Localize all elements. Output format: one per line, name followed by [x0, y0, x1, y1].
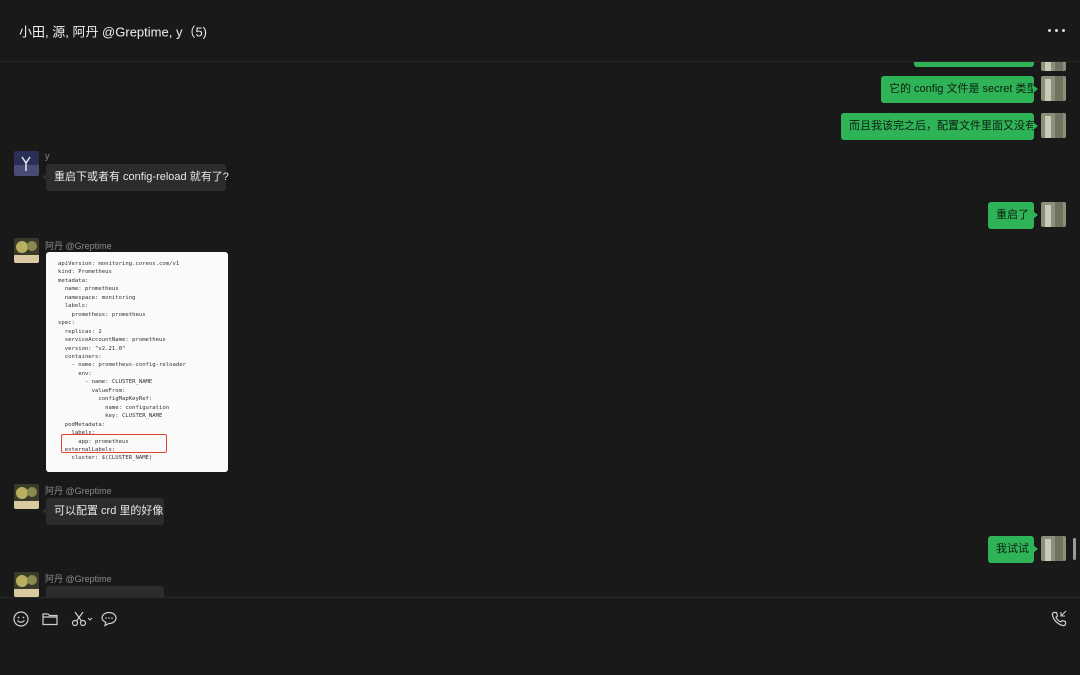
phone-icon[interactable]: [1050, 610, 1068, 628]
sender-name: 阿丹 @Greptime: [45, 486, 112, 496]
message-bubble[interactable]: 可以配置 crd 里的好像: [42, 498, 164, 525]
sender-name: y: [45, 151, 50, 161]
message-bubble[interactable]: 它的 config 文件是 secret 类型: [881, 76, 1038, 103]
scissors-icon[interactable]: [71, 610, 97, 628]
avatar-self[interactable]: [1041, 62, 1066, 71]
message-bubble-cutoff[interactable]: [914, 62, 1034, 67]
message-bubble[interactable]: 我试试: [988, 536, 1038, 563]
message-bubble[interactable]: 而且我该完之后，配置文件里面又没有: [841, 113, 1038, 140]
message-bubble-cutoff[interactable]: [42, 586, 164, 597]
avatar-self[interactable]: [1041, 202, 1066, 227]
code-screenshot-image[interactable]: apiVersion: monitoring.coreos.com/v1 kin…: [46, 252, 228, 472]
more-horizontal-icon[interactable]: [1048, 29, 1066, 35]
avatar-self[interactable]: [1041, 536, 1066, 561]
chat-header: 小田, 源, 阿丹 @Greptime, y（5): [0, 0, 1080, 62]
emoji-icon[interactable]: [12, 610, 30, 628]
avatar-adan[interactable]: [14, 572, 39, 597]
chat-title[interactable]: 小田, 源, 阿丹 @Greptime, y（5): [19, 22, 207, 41]
scrollbar[interactable]: [1073, 538, 1076, 560]
highlight-box: [61, 434, 167, 453]
avatar-self[interactable]: [1041, 113, 1066, 138]
avatar-adan[interactable]: [14, 238, 39, 263]
avatar-adan[interactable]: [14, 484, 39, 509]
message-list[interactable]: 它的 config 文件是 secret 类型 而且我该完之后，配置文件里面又没…: [0, 62, 1080, 597]
avatar-y[interactable]: [14, 151, 39, 176]
folder-icon[interactable]: [41, 610, 59, 628]
sender-name: 阿丹 @Greptime: [45, 574, 112, 584]
message-bubble[interactable]: 重启了: [988, 202, 1038, 229]
avatar-self[interactable]: [1041, 76, 1066, 101]
sender-name: 阿丹 @Greptime: [45, 241, 112, 251]
code-snippet: apiVersion: monitoring.coreos.com/v1 kin…: [58, 261, 186, 462]
input-toolbar: [0, 597, 1080, 675]
chat-bubble-icon[interactable]: [100, 610, 118, 628]
message-bubble[interactable]: 重启下或者有 config-reload 就有了?: [42, 164, 229, 191]
